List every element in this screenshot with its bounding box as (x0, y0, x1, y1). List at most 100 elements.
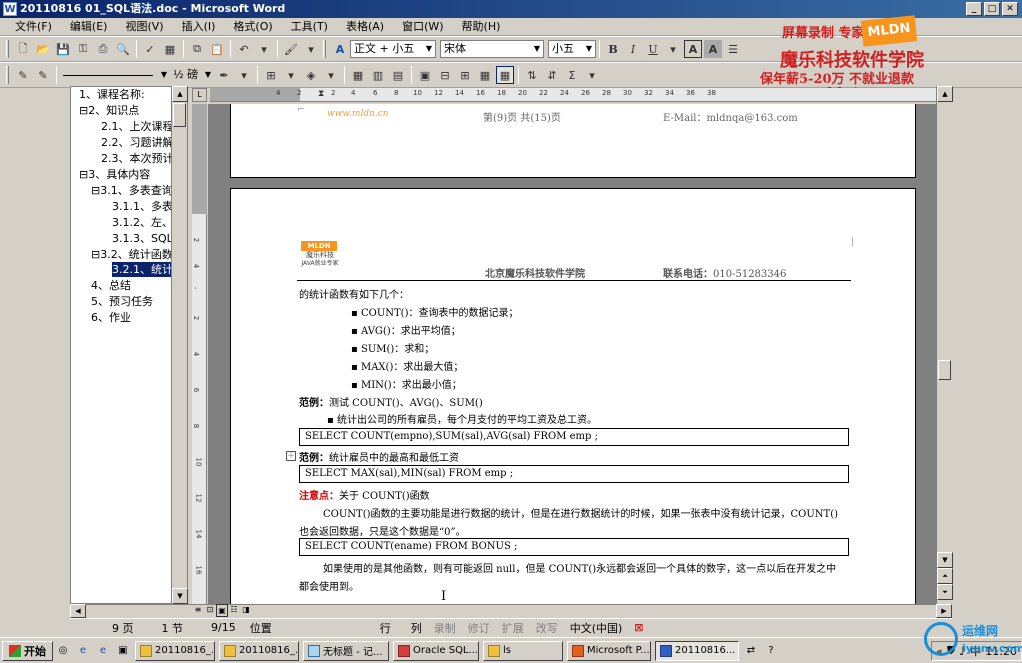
outline-view-icon[interactable]: ☷ (228, 604, 240, 617)
nav-item-stat-funcs[interactable]: ⊟3.2、统计函数 (91, 247, 173, 262)
distribute-rows-icon[interactable]: ⊟ (436, 66, 454, 84)
status-trk[interactable]: 修订 (462, 620, 496, 636)
edit-alt-icon[interactable]: ✎ (34, 66, 52, 84)
scroll-thumb[interactable] (938, 360, 951, 380)
permission-icon[interactable]: ⚿ (74, 40, 92, 58)
task-word[interactable]: 20110816... (655, 640, 739, 661)
dropdown-icon[interactable]: ▾ (302, 40, 320, 58)
previous-page-icon[interactable]: ⏶ (937, 568, 953, 584)
styles-pane-icon[interactable]: A (331, 40, 349, 58)
nav-item-3-2-1[interactable]: 3.2.1、统计 (112, 262, 173, 277)
minimize-button[interactable]: _ (966, 2, 982, 16)
edit-icon[interactable]: ✎ (14, 66, 32, 84)
nav-item-content[interactable]: ⊟3、具体内容 (79, 167, 150, 182)
scroll-down-icon[interactable]: ▼ (172, 588, 188, 604)
distribute-cols-icon[interactable]: ⊞ (456, 66, 474, 84)
vertical-ruler[interactable]: 2 4 - 2 4 6 8 10 12 14 16 (191, 104, 207, 604)
maximize-button[interactable]: □ (984, 2, 1000, 16)
table-autoformat-icon[interactable]: ▦ (476, 66, 494, 84)
nav-item-last-class[interactable]: 2.1、上次课程 (101, 119, 174, 134)
task-oracle-sql[interactable]: Oracle SQL... (393, 640, 479, 661)
dropdown-icon[interactable]: ▾ (583, 66, 601, 84)
insert-table-icon[interactable]: ▦ (349, 66, 367, 84)
taskbar-arrows-icon[interactable]: ⇄ (743, 643, 759, 659)
status-ovr[interactable]: 改写 (530, 620, 564, 636)
task-powerpoint[interactable]: Microsoft P... (567, 640, 651, 661)
border-color-icon[interactable]: ✒ (215, 66, 233, 84)
table-move-handle-icon[interactable]: + (286, 451, 296, 461)
word-app-icon[interactable]: W (3, 2, 17, 16)
new-document-icon[interactable]: 🗋 (14, 40, 32, 58)
nav-item-exercise[interactable]: 2.2、习题讲解 (101, 135, 174, 150)
dropdown-icon[interactable]: ▾ (235, 66, 253, 84)
task-folder-1[interactable]: 20110816_... (135, 640, 215, 661)
quicklaunch-desktop-icon[interactable]: ▣ (115, 643, 131, 659)
toolbar-grip[interactable] (6, 40, 9, 58)
quicklaunch-ie2-icon[interactable]: e (95, 643, 111, 659)
scroll-right-icon[interactable]: ▶ (936, 604, 952, 618)
print-icon[interactable]: ⎙ (94, 40, 112, 58)
sort-descending-icon[interactable]: ⇵ (543, 66, 561, 84)
nav-item-preview[interactable]: 5、预习任务 (91, 294, 153, 309)
nav-item-summary[interactable]: 4、总结 (91, 278, 131, 293)
copy-icon[interactable]: ⧉ (188, 40, 206, 58)
split-cells-icon[interactable]: ▤ (389, 66, 407, 84)
menu-format[interactable]: 格式(O) (224, 18, 281, 36)
scroll-left-icon[interactable]: ◀ (70, 604, 86, 618)
format-painter-icon[interactable]: 🖌 (282, 40, 300, 58)
show-gridlines-icon[interactable]: ▦ (496, 66, 514, 84)
menu-view[interactable]: 视图(V) (116, 18, 172, 36)
spelling-icon[interactable]: ✓ (141, 40, 159, 58)
char-border-button[interactable]: A (684, 40, 702, 58)
underline-button[interactable]: U (644, 40, 662, 58)
menu-window[interactable]: 窗口(W) (393, 18, 452, 36)
scroll-thumb[interactable] (173, 103, 186, 127)
sql-box-2[interactable]: SELECT MAX(sal),MIN(sal) FROM emp ; (299, 465, 849, 483)
status-ext[interactable]: 扩展 (496, 620, 530, 636)
vertical-scrollbar[interactable]: ▲ ▼ ⏶ ⏷ (936, 86, 953, 604)
dropdown-icon[interactable]: ▾ (322, 66, 340, 84)
horizontal-ruler[interactable]: 4 2 ⧗ 2 4 6 8 10 12 14 16 18 20 22 24 26… (210, 88, 936, 102)
quicklaunch-ie-icon[interactable]: e (75, 643, 91, 659)
task-notepad[interactable]: 无标题 - 记... (303, 640, 389, 661)
dropdown-icon[interactable]: ▾ (282, 66, 300, 84)
menu-insert[interactable]: 插入(I) (173, 18, 225, 36)
next-page-icon[interactable]: ⏷ (937, 584, 953, 600)
italic-button[interactable]: I (624, 40, 642, 58)
line-style-select[interactable]: ▼ (60, 66, 170, 84)
toolbar-grip[interactable] (6, 66, 9, 84)
status-rec[interactable]: 录制 (428, 620, 462, 636)
scroll-up-icon[interactable]: ▲ (172, 86, 188, 102)
nav-item-plan[interactable]: 2.3、本次预计 (101, 151, 174, 166)
align-cell-icon[interactable]: ▣ (416, 66, 434, 84)
nav-item-3-1-1[interactable]: 3.1.1、多表 (112, 199, 173, 214)
nav-item-3-1-3[interactable]: 3.1.3、SQL (112, 231, 173, 246)
nav-item-multi-table[interactable]: ⊟3.1、多表查询 (91, 183, 173, 198)
open-folder-icon[interactable]: 📂 (34, 40, 52, 58)
web-view-icon[interactable]: ⊡ (204, 604, 216, 617)
nav-item-3-1-2[interactable]: 3.1.2、左、 (112, 215, 173, 230)
style-select[interactable]: 正文 + 小五 ▼ (350, 40, 436, 58)
paste-icon[interactable]: 📋 (208, 40, 226, 58)
print-view-icon[interactable]: ▣ (216, 604, 228, 617)
quicklaunch-disc-icon[interactable]: ◎ (55, 643, 71, 659)
tab-selector[interactable]: L (192, 88, 207, 102)
menu-edit[interactable]: 编辑(E) (61, 18, 117, 36)
char-shading-button[interactable]: A (704, 40, 722, 58)
autosum-icon[interactable]: Σ (563, 66, 581, 84)
task-folder-2[interactable]: 20110816_... (219, 640, 299, 661)
reading-view-icon[interactable]: ◨ (240, 604, 252, 617)
shading-icon[interactable]: ◈ (302, 66, 320, 84)
undo-dropdown-icon[interactable]: ▾ (255, 40, 273, 58)
scroll-down-icon[interactable]: ▼ (937, 552, 953, 568)
nav-item-knowledge[interactable]: ⊟2、知识点 (79, 103, 139, 118)
start-button[interactable]: 开始 (2, 640, 53, 661)
font-select[interactable]: 宋体 ▼ (440, 40, 544, 58)
help-icon[interactable]: ? (763, 643, 779, 659)
menu-help[interactable]: 帮助(H) (453, 18, 510, 36)
bold-button[interactable]: B (604, 40, 622, 58)
save-icon[interactable]: 💾 (54, 40, 72, 58)
nav-item-homework[interactable]: 6、作业 (91, 310, 131, 325)
task-ls[interactable]: ls (483, 640, 563, 661)
font-size-select[interactable]: 小五 ▼ (548, 40, 596, 58)
